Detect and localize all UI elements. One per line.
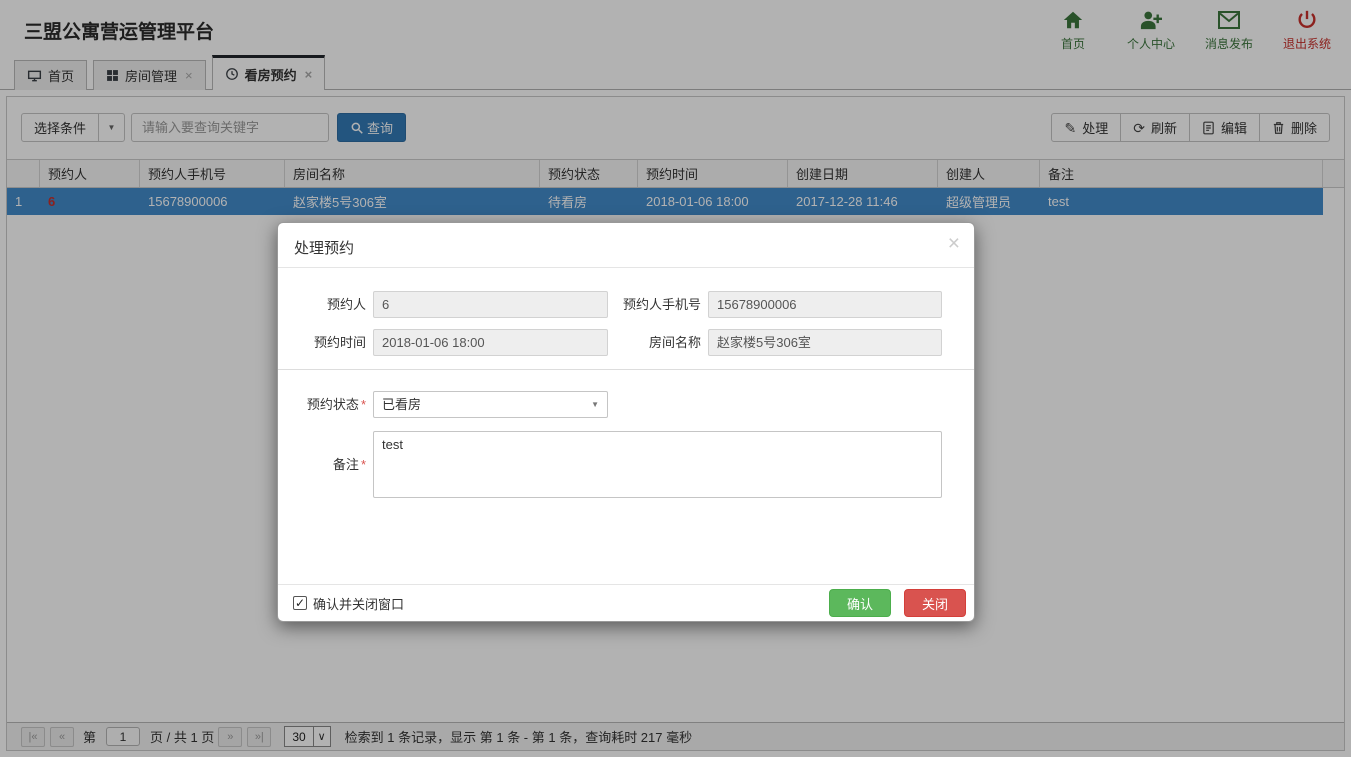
field-label-phone: 预约人手机号 — [613, 291, 701, 318]
status-select-value: 已看房 — [382, 397, 421, 412]
field-label-room: 房间名称 — [613, 329, 701, 356]
confirm-button[interactable]: 确认 — [829, 589, 891, 617]
dialog-footer: ✓ 确认并关闭窗口 确认 关闭 — [278, 584, 974, 621]
confirm-close-checkbox[interactable]: ✓ — [293, 596, 307, 610]
chevron-down-icon: ▼ — [591, 392, 599, 418]
time-field: 2018-01-06 18:00 — [373, 329, 608, 356]
field-label-person: 预约人 — [278, 291, 366, 318]
field-label-time: 预约时间 — [278, 329, 366, 356]
field-label-remark: 备注* — [278, 451, 366, 478]
close-icon[interactable]: × — [948, 232, 960, 256]
remark-textarea[interactable]: test — [373, 431, 942, 498]
required-mark: * — [361, 397, 366, 412]
phone-field: 15678900006 — [708, 291, 942, 318]
room-field: 赵家楼5号306室 — [708, 329, 942, 356]
confirm-close-checkbox-label: 确认并关闭窗口 — [313, 594, 404, 613]
status-select[interactable]: 已看房 ▼ — [373, 391, 608, 418]
process-reservation-dialog: 处理预约 × 预约人 6 预约人手机号 15678900006 预约时间 201… — [277, 222, 975, 622]
close-button[interactable]: 关闭 — [904, 589, 966, 617]
field-label-status: 预约状态* — [278, 391, 366, 418]
required-mark: * — [361, 457, 366, 472]
check-icon: ✓ — [295, 596, 305, 610]
dialog-title: 处理预约 — [294, 237, 354, 258]
person-field: 6 — [373, 291, 608, 318]
form-divider — [278, 369, 974, 370]
dialog-header: 处理预约 × — [278, 223, 974, 268]
